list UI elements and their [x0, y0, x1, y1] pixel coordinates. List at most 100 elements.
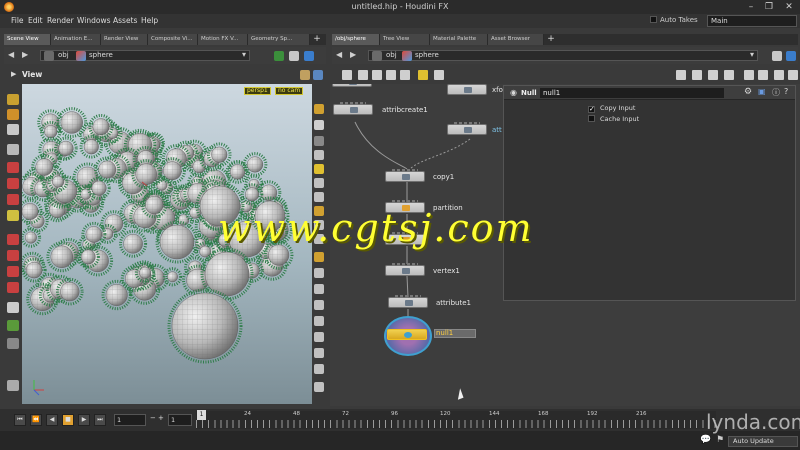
tree-icon[interactable]: [314, 348, 324, 358]
view-menu-arrow-icon[interactable]: ▶: [11, 70, 16, 78]
decrement-icon[interactable]: −: [150, 414, 156, 422]
minimize-icon[interactable]: –: [744, 1, 758, 13]
desktop-select[interactable]: Main: [707, 15, 797, 27]
tab-network-editor[interactable]: /obj/sphere: [332, 34, 380, 45]
network-view-icon[interactable]: [386, 70, 396, 80]
add-tab-icon[interactable]: +: [312, 34, 322, 45]
node-null1[interactable]: [387, 329, 427, 340]
help-icon[interactable]: [786, 51, 796, 61]
path-node[interactable]: sphere: [415, 50, 439, 61]
menu-icon[interactable]: [724, 70, 734, 80]
distribute-icon[interactable]: [708, 70, 718, 80]
current-frame-indicator[interactable]: 1: [197, 410, 206, 420]
path-dropdown-icon[interactable]: ▾: [242, 50, 246, 59]
tab-tree-view[interactable]: Tree View: [380, 34, 430, 45]
rotate-tool-icon[interactable]: [7, 178, 19, 189]
tile-view-icon[interactable]: [358, 70, 368, 80]
tab-render-view[interactable]: Render View: [101, 34, 148, 45]
tab-material-palette[interactable]: Material Palette: [430, 34, 488, 45]
view-tool-icon[interactable]: [7, 250, 19, 261]
viewport-info-icon[interactable]: [313, 70, 323, 80]
move-tool-icon[interactable]: [7, 162, 19, 173]
pin-icon[interactable]: [274, 51, 284, 61]
menu-windows[interactable]: Windows: [77, 16, 110, 25]
end-frame-field[interactable]: 1: [168, 414, 192, 426]
copy-input-toggle[interactable]: ✓ Copy Input: [588, 104, 635, 113]
cam-select-menu[interactable]: no cam: [275, 87, 304, 95]
node-xform[interactable]: [447, 84, 487, 95]
ruler-icon[interactable]: [314, 300, 324, 310]
list-view-icon[interactable]: [342, 70, 352, 80]
display-options-icon[interactable]: [300, 70, 310, 80]
palette-icon[interactable]: [434, 70, 444, 80]
stop-icon[interactable]: ■: [62, 414, 74, 426]
close-icon[interactable]: ✕: [782, 1, 796, 13]
magnet-tool-icon[interactable]: [7, 266, 19, 277]
path-context[interactable]: obj: [58, 50, 69, 61]
path-node[interactable]: sphere: [89, 50, 113, 61]
text-icon[interactable]: [314, 382, 324, 392]
pose-tool-icon[interactable]: [7, 210, 19, 221]
auto-takes-toggle[interactable]: Auto Takes: [650, 16, 698, 24]
node-name-field[interactable]: null1: [540, 88, 724, 98]
menu-render[interactable]: Render: [47, 16, 74, 25]
tab-asset-browser[interactable]: Asset Browser: [488, 34, 544, 45]
grid-icon[interactable]: [314, 284, 324, 294]
point-display-icon[interactable]: [314, 178, 324, 188]
tab-geometry-spreadsheet[interactable]: Geometry Sp...: [248, 34, 310, 45]
camera-tool-icon[interactable]: [7, 380, 19, 391]
copy-input-checkbox[interactable]: ✓: [588, 106, 595, 113]
brush-tool-icon[interactable]: [7, 302, 19, 313]
increment-icon[interactable]: +: [158, 414, 164, 422]
group-tool-icon[interactable]: [7, 320, 19, 331]
cache-input-toggle[interactable]: Cache Input: [588, 115, 639, 123]
back-arrow-icon[interactable]: ◀: [8, 50, 14, 59]
forward-arrow-icon[interactable]: ▶: [350, 50, 356, 59]
handle-tool-icon[interactable]: [7, 234, 19, 245]
jump-end-icon[interactable]: ⏭: [94, 414, 106, 426]
start-frame-field[interactable]: 1: [114, 414, 146, 426]
pen-icon[interactable]: [314, 252, 324, 262]
scale-tool-icon[interactable]: [7, 194, 19, 205]
sticky-note-icon[interactable]: [418, 70, 428, 80]
auto-update-select[interactable]: Auto Update: [728, 436, 798, 447]
sort-icon[interactable]: [676, 70, 686, 80]
play-reverse-icon[interactable]: ◀: [46, 414, 58, 426]
bookmark-icon[interactable]: ▣: [758, 87, 766, 96]
cache-input-checkbox[interactable]: [588, 115, 595, 122]
selection-mode-icon[interactable]: [7, 124, 19, 135]
menu-file[interactable]: File: [11, 16, 24, 25]
left-path-field[interactable]: [40, 50, 250, 61]
auto-takes-checkbox[interactable]: [650, 16, 657, 23]
path-dropdown-icon[interactable]: ▾: [750, 50, 754, 59]
branch-icon[interactable]: [314, 364, 324, 374]
select-tool-icon[interactable]: [7, 94, 19, 105]
camera-menu[interactable]: persp1: [244, 87, 271, 95]
node-copy1[interactable]: [385, 169, 425, 182]
shading-icon[interactable]: [314, 136, 324, 146]
uv-icon[interactable]: [314, 268, 324, 278]
grid-toggle-icon[interactable]: [788, 70, 798, 80]
lock-icon[interactable]: [314, 120, 324, 130]
node-top[interactable]: [332, 84, 372, 87]
light-bulb-icon[interactable]: [314, 164, 324, 174]
node-attribcreate1[interactable]: [333, 102, 373, 115]
node-attribute-right[interactable]: [447, 122, 487, 135]
step-back-icon[interactable]: ⏪: [30, 414, 42, 426]
play-icon[interactable]: ▶: [78, 414, 90, 426]
gear-icon[interactable]: ⚙: [744, 87, 752, 97]
help-icon[interactable]: [304, 51, 314, 61]
layout-icon[interactable]: [372, 70, 382, 80]
wire-icon[interactable]: [744, 70, 754, 80]
chat-bubble-icon[interactable]: 💬: [700, 435, 711, 445]
timeline-ruler[interactable]: 24 48 72 96 120 144 168 192 216: [196, 411, 716, 429]
tab-composite-view[interactable]: Composite Vi...: [148, 34, 198, 45]
align-icon[interactable]: [692, 70, 702, 80]
menu-help[interactable]: Help: [141, 16, 158, 25]
snap-tool-icon[interactable]: [7, 282, 19, 293]
box-icon[interactable]: [314, 316, 324, 326]
link-icon[interactable]: [289, 51, 299, 61]
crosshair-icon[interactable]: [314, 332, 324, 342]
link-icon[interactable]: [772, 51, 782, 61]
display-tool-icon[interactable]: [7, 338, 19, 349]
